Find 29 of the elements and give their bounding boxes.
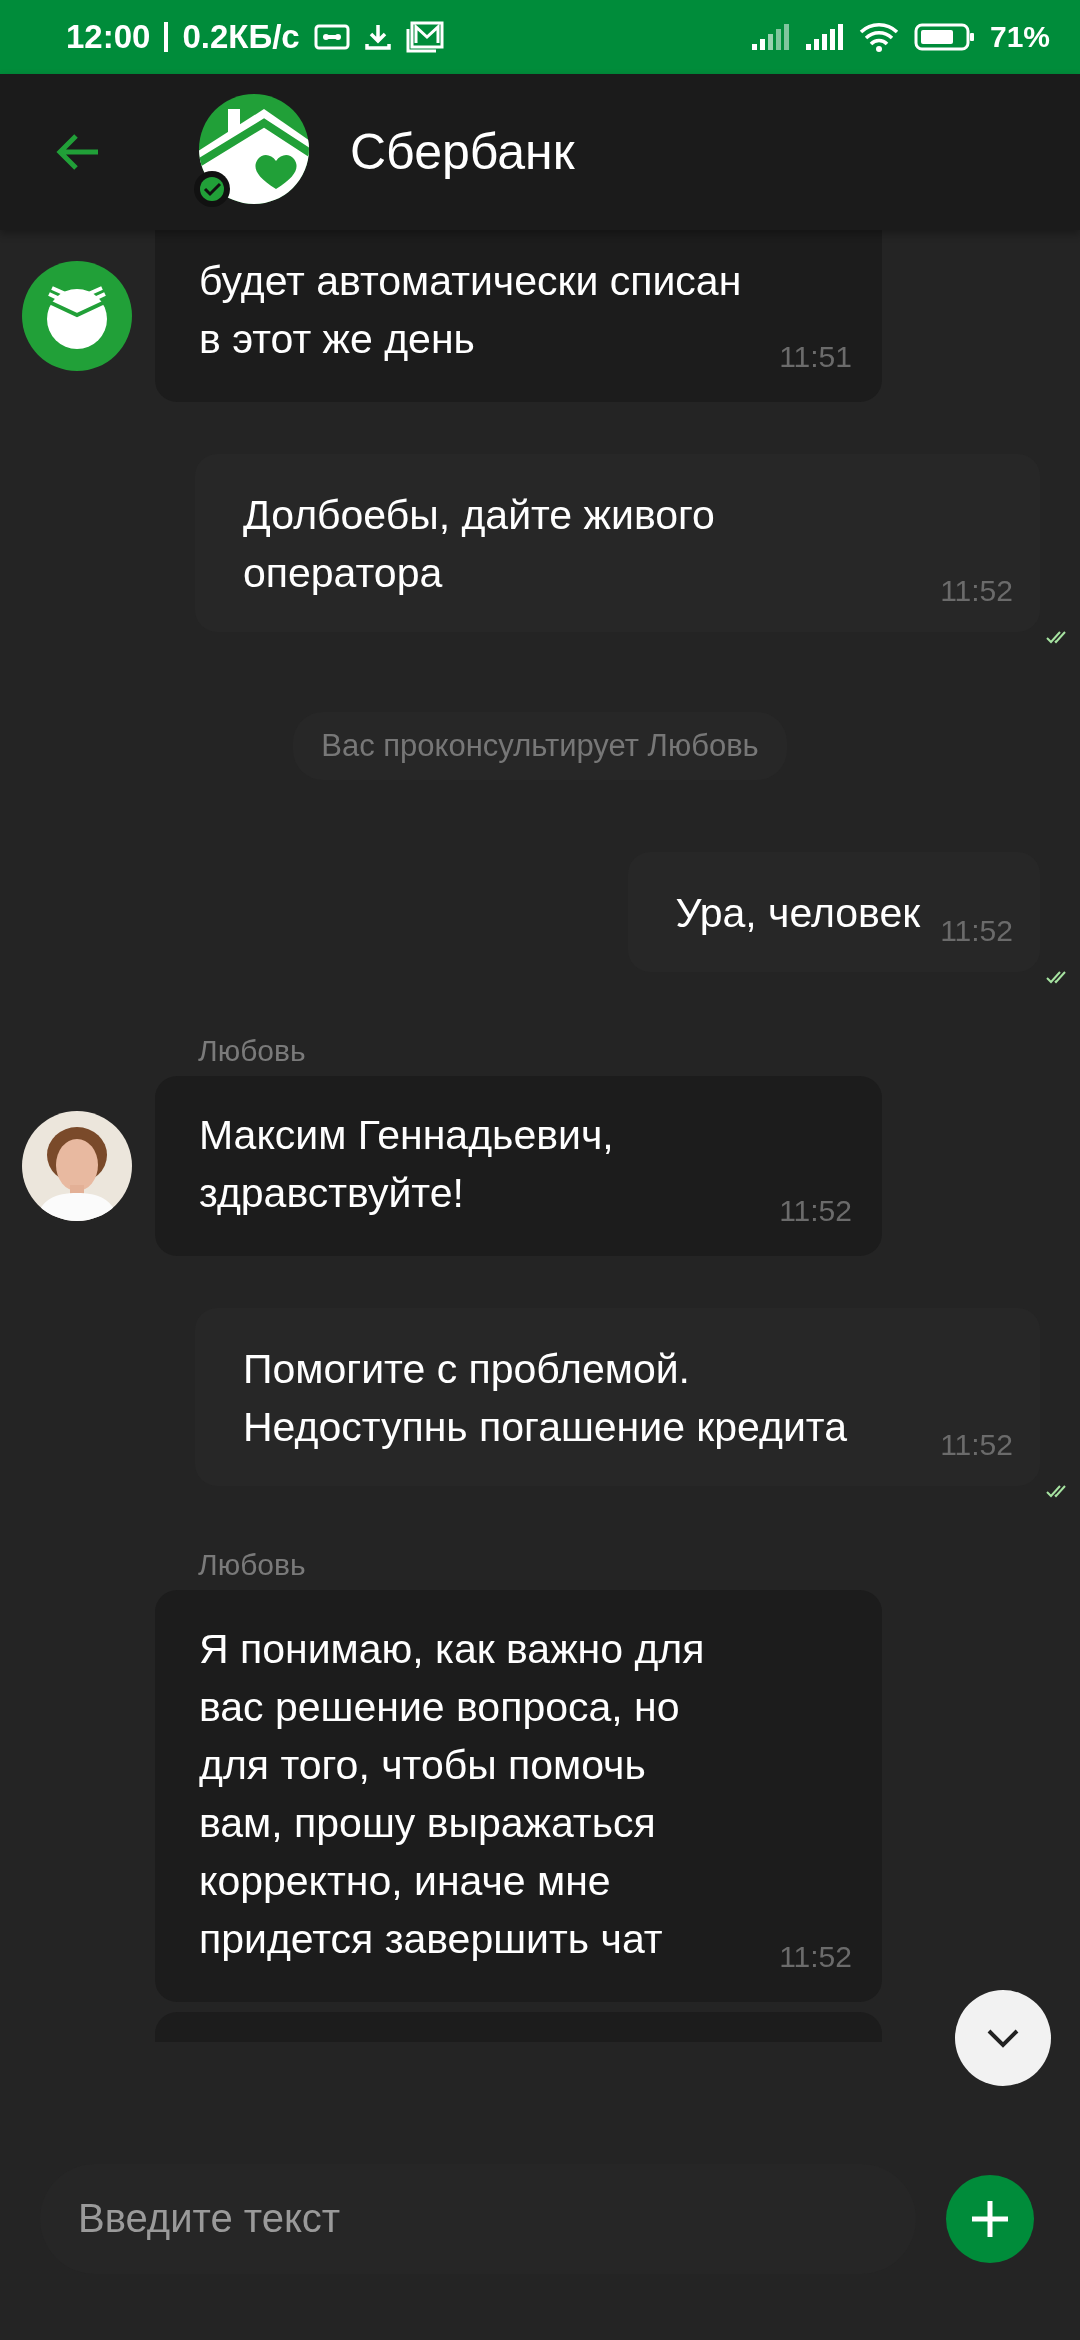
status-time: 12:00 <box>66 18 151 56</box>
message-time: 11:52 <box>940 574 1013 608</box>
sender-name: Любовь <box>198 1034 307 1068</box>
message-time: 11:52 <box>779 1194 852 1228</box>
battery-percent: 71% <box>989 20 1050 54</box>
separator-icon <box>164 22 169 52</box>
chat-title: Сбербанк <box>350 123 575 181</box>
sender-name: Любовь <box>198 1548 307 1582</box>
message-text: будет автоматически списан в этот же день <box>199 257 742 364</box>
gallery-icon <box>405 21 444 53</box>
message-time: 11:52 <box>940 1428 1013 1462</box>
plus-icon <box>970 2198 1010 2239</box>
download-icon <box>363 22 392 52</box>
message-time: 11:52 <box>940 914 1013 948</box>
chevron-down-icon <box>985 2027 1021 2049</box>
battery-icon <box>913 22 976 52</box>
wifi-icon <box>857 21 900 53</box>
network-speed: 0.2КБ/с <box>182 18 300 56</box>
message-text: Ура, человек <box>675 889 921 938</box>
message-time: 11:52 <box>779 1940 852 1974</box>
tape-icon <box>313 22 350 52</box>
logo-icon <box>22 261 132 371</box>
signal-icon <box>749 22 790 52</box>
message-text: Я понимаю, как важно для вас решение вопроса, но для того, чтобы помочь вам, прошу выражаться корректно, иначе мне придется завершить чат <box>199 1625 705 1964</box>
message-text: Долбоебы, дайте живого оператора <box>243 491 716 598</box>
signal-icon <box>803 22 844 52</box>
message-text: Помогите с проблемой. Недоступнь погашение кредита <box>243 1345 848 1452</box>
message-text: Максим Геннадьевич, здравствуйте! <box>199 1111 614 1218</box>
message-time: 11:51 <box>779 340 852 374</box>
